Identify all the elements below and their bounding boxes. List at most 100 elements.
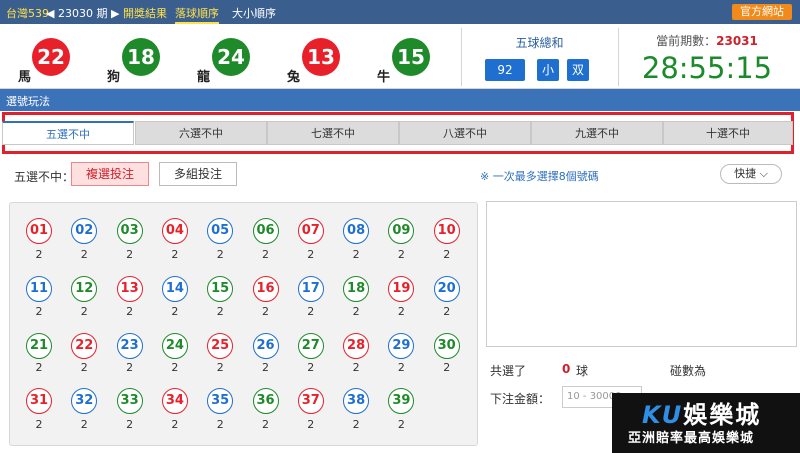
- number-odds: 2: [307, 361, 315, 374]
- number-odds: 2: [80, 248, 88, 261]
- number-odds: 2: [35, 418, 43, 431]
- tab-seven-miss[interactable]: 七選不中: [267, 121, 399, 145]
- tab-five-miss[interactable]: 五選不中: [2, 121, 134, 145]
- number-odds: 2: [443, 305, 451, 318]
- sum-value: 92: [485, 59, 525, 81]
- number-odds: 2: [216, 418, 224, 431]
- current-period-label: 當前期數：23031: [632, 32, 782, 49]
- selection-display-panel: [486, 201, 797, 347]
- number-odds: 2: [262, 361, 269, 374]
- number-odds: 2: [397, 248, 405, 261]
- number-ball[interactable]: 10: [433, 218, 460, 244]
- number-ball[interactable]: 35: [207, 388, 234, 414]
- nav-link-results[interactable]: 開獎結果: [123, 5, 167, 21]
- top-nav-bar: 台灣539 ◀ 23030 期 ▶ 開獎結果 落球順序 大小順序 官方網站: [0, 0, 800, 24]
- single-bet-button[interactable]: 複選投注: [71, 162, 149, 186]
- lottery-name-link[interactable]: 台灣539: [6, 5, 49, 21]
- number-odds: 2: [352, 248, 360, 261]
- zodiac-label-4: 兔: [287, 70, 301, 85]
- number-odds: 2: [307, 418, 315, 431]
- number-odds: 2: [352, 418, 360, 431]
- current-period-text: 當前期數：: [656, 34, 717, 48]
- sum-title: 五球總和: [515, 36, 564, 50]
- number-ball[interactable]: 01: [26, 218, 52, 244]
- number-ball[interactable]: 08: [343, 218, 370, 244]
- brand-logo: KU娛樂城 亞洲賠率最高娛樂城: [612, 393, 800, 453]
- nav-link-draw-order[interactable]: 落球順序: [175, 5, 219, 24]
- number-ball[interactable]: 05: [207, 218, 234, 244]
- zodiac-label-1: 馬: [18, 70, 32, 85]
- number-ball[interactable]: 37: [297, 388, 324, 414]
- number-ball[interactable]: 14: [161, 276, 188, 302]
- number-ball[interactable]: 31: [26, 388, 52, 414]
- section-bar: 選號玩法: [0, 89, 800, 111]
- multi-bet-button[interactable]: 多組投注: [159, 162, 237, 186]
- number-ball[interactable]: 18: [343, 276, 370, 302]
- number-odds: 2: [397, 418, 405, 431]
- number-ball[interactable]: 17: [297, 276, 324, 302]
- amount-label: 下注金額：: [490, 392, 551, 406]
- number-ball[interactable]: 06: [252, 218, 279, 244]
- number-odds: 2: [126, 418, 134, 431]
- number-ball[interactable]: 15: [207, 276, 234, 302]
- countdown-timer: 28:55:15: [641, 51, 773, 85]
- selected-count-unit: 球: [576, 364, 589, 378]
- number-ball[interactable]: 36: [252, 388, 279, 414]
- brand-ku: KU: [642, 401, 684, 429]
- number-ball[interactable]: 11: [26, 276, 52, 302]
- nav-link-size-order[interactable]: 大小順序: [232, 5, 276, 21]
- header-divider-2: [618, 28, 619, 86]
- number-odds: 2: [216, 248, 224, 261]
- number-ball[interactable]: 16: [252, 276, 279, 302]
- result-ball-1: 22: [32, 38, 70, 76]
- number-odds: 2: [126, 248, 134, 261]
- header-divider-1: [461, 28, 462, 86]
- number-odds: 2: [216, 361, 224, 374]
- number-ball[interactable]: 20: [433, 276, 460, 302]
- number-odds: 2: [80, 361, 88, 374]
- number-ball[interactable]: 33: [116, 388, 143, 414]
- tab-eight-miss[interactable]: 八選不中: [399, 121, 531, 145]
- tab-six-miss[interactable]: 六選不中: [135, 121, 267, 145]
- number-ball[interactable]: 26: [252, 333, 279, 359]
- number-odds: 2: [307, 305, 315, 318]
- number-odds: 2: [262, 418, 269, 431]
- mode-label: 五選不中：: [14, 170, 75, 184]
- number-odds: 2: [352, 305, 360, 318]
- number-ball[interactable]: 23: [116, 333, 143, 359]
- number-ball[interactable]: 27: [297, 333, 324, 359]
- number-odds: 2: [443, 248, 451, 261]
- brand-slogan: 亞洲賠率最高娛樂城: [628, 431, 755, 446]
- result-ball-5: 15: [392, 38, 430, 76]
- number-ball[interactable]: 28: [343, 333, 370, 359]
- number-ball[interactable]: 03: [116, 218, 143, 244]
- number-odds: 2: [171, 361, 179, 374]
- number-odds: 2: [443, 361, 451, 374]
- number-ball[interactable]: 07: [297, 218, 324, 244]
- number-ball[interactable]: 13: [116, 276, 143, 302]
- number-ball[interactable]: 04: [161, 218, 188, 244]
- number-odds: 2: [126, 305, 134, 318]
- official-site-button[interactable]: 官方網站: [732, 4, 792, 20]
- number-ball[interactable]: 24: [161, 333, 188, 359]
- result-ball-2: 18: [122, 38, 160, 76]
- section-title: 選號玩法: [6, 95, 50, 108]
- number-odds: 2: [171, 418, 179, 431]
- number-ball[interactable]: 21: [26, 333, 52, 359]
- result-ball-4: 13: [302, 38, 340, 76]
- number-odds: 2: [262, 248, 269, 261]
- tab-ten-miss[interactable]: 十選不中: [663, 121, 793, 145]
- result-ball-3: 24: [212, 38, 250, 76]
- number-ball[interactable]: 30: [433, 333, 460, 359]
- draw-header: 22 馬 18 狗 24 龍 13 兔 15 牛 五球總和 92 小 双 當前期…: [0, 24, 800, 89]
- number-odds: 2: [171, 248, 179, 261]
- zodiac-label-2: 狗: [107, 70, 121, 85]
- number-ball[interactable]: 34: [161, 388, 188, 414]
- tab-nine-miss[interactable]: 九選不中: [531, 121, 663, 145]
- number-ball[interactable]: 38: [343, 388, 370, 414]
- number-ball[interactable]: 25: [207, 333, 234, 359]
- period-selector[interactable]: ◀ 23030 期 ▶: [46, 5, 119, 21]
- number-odds: 2: [216, 305, 224, 318]
- quick-dropdown[interactable]: 快捷 ⌵: [720, 164, 782, 184]
- selected-count-value: 0: [562, 362, 571, 376]
